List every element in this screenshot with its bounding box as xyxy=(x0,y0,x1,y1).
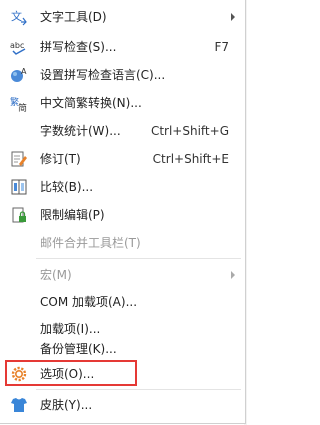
menu-item-chinese-conversion[interactable]: 繁 简 中文简繁转换(N)... xyxy=(0,90,245,116)
menu-item-label: 宏(M) xyxy=(40,268,72,282)
tools-context-menu: 文 文字工具(D) abc 拼写检查(S)... F7 A 设置拼写检查语言(C… xyxy=(0,0,246,424)
menu-item-label: 皮肤(Y)... xyxy=(40,398,93,412)
menu-item-macro: 宏(M) xyxy=(0,262,245,288)
highlight-box xyxy=(5,360,137,386)
language-globe-icon: A xyxy=(10,66,28,84)
chinese-convert-icon: 繁 简 xyxy=(10,94,28,112)
menu-item-label: 文字工具(D) xyxy=(40,10,107,24)
svg-text:简: 简 xyxy=(18,102,27,112)
menu-item-label: 限制编辑(P) xyxy=(40,208,105,222)
menu-item-label: 修订(T) xyxy=(40,152,81,166)
menu-item-mail-merge-toolbar: 邮件合并工具栏(T) xyxy=(0,230,245,256)
svg-text:abc: abc xyxy=(10,41,24,50)
menu-item-spellcheck[interactable]: abc 拼写检查(S)... F7 xyxy=(0,34,245,60)
submenu-arrow-icon xyxy=(231,271,235,279)
text-tool-icon: 文 xyxy=(10,8,28,26)
spellcheck-abc-icon: abc xyxy=(10,38,28,56)
menu-item-label: 字数统计(W)... xyxy=(40,124,121,138)
menu-item-restrict-editing[interactable]: 限制编辑(P) xyxy=(0,202,245,228)
menu-item-label: COM 加载项(A)... xyxy=(40,295,138,309)
compare-icon xyxy=(10,178,28,196)
menu-item-label: 设置拼写检查语言(C)... xyxy=(40,68,166,82)
svg-text:A: A xyxy=(21,67,27,76)
svg-text:文: 文 xyxy=(11,9,22,23)
menu-item-compare[interactable]: 比较(B)... xyxy=(0,174,245,200)
shortcut-label: Ctrl+Shift+E xyxy=(152,152,229,166)
menu-item-label: 比较(B)... xyxy=(40,180,94,194)
menu-item-label: 加载项(I)... xyxy=(40,322,101,336)
menu-separator xyxy=(36,389,241,390)
menu-item-label: 邮件合并工具栏(T) xyxy=(40,236,141,250)
menu-item-spellcheck-language[interactable]: A 设置拼写检查语言(C)... xyxy=(0,62,245,88)
shirt-icon xyxy=(10,396,28,414)
menu-item-track-changes[interactable]: 修订(T) Ctrl+Shift+E xyxy=(0,146,245,172)
shortcut-label: F7 xyxy=(214,40,229,54)
menu-item-skin[interactable]: 皮肤(Y)... xyxy=(0,392,245,418)
menu-item-word-count[interactable]: 字数统计(W)... Ctrl+Shift+G xyxy=(0,118,245,144)
menu-separator xyxy=(36,258,241,259)
menu-item-label: 中文简繁转换(N)... xyxy=(40,96,142,110)
menu-item-backup-management[interactable]: 备份管理(K)... xyxy=(0,336,245,362)
menu-item-text-tools[interactable]: 文 文字工具(D) xyxy=(0,4,245,30)
shortcut-label: Ctrl+Shift+G xyxy=(150,124,229,138)
menu-item-com-addins[interactable]: COM 加载项(A)... xyxy=(0,289,245,315)
submenu-arrow-icon xyxy=(231,13,235,21)
lock-icon xyxy=(10,206,28,224)
track-changes-icon xyxy=(10,150,28,168)
menu-item-label: 备份管理(K)... xyxy=(40,342,117,356)
menu-item-label: 拼写检查(S)... xyxy=(40,40,117,54)
